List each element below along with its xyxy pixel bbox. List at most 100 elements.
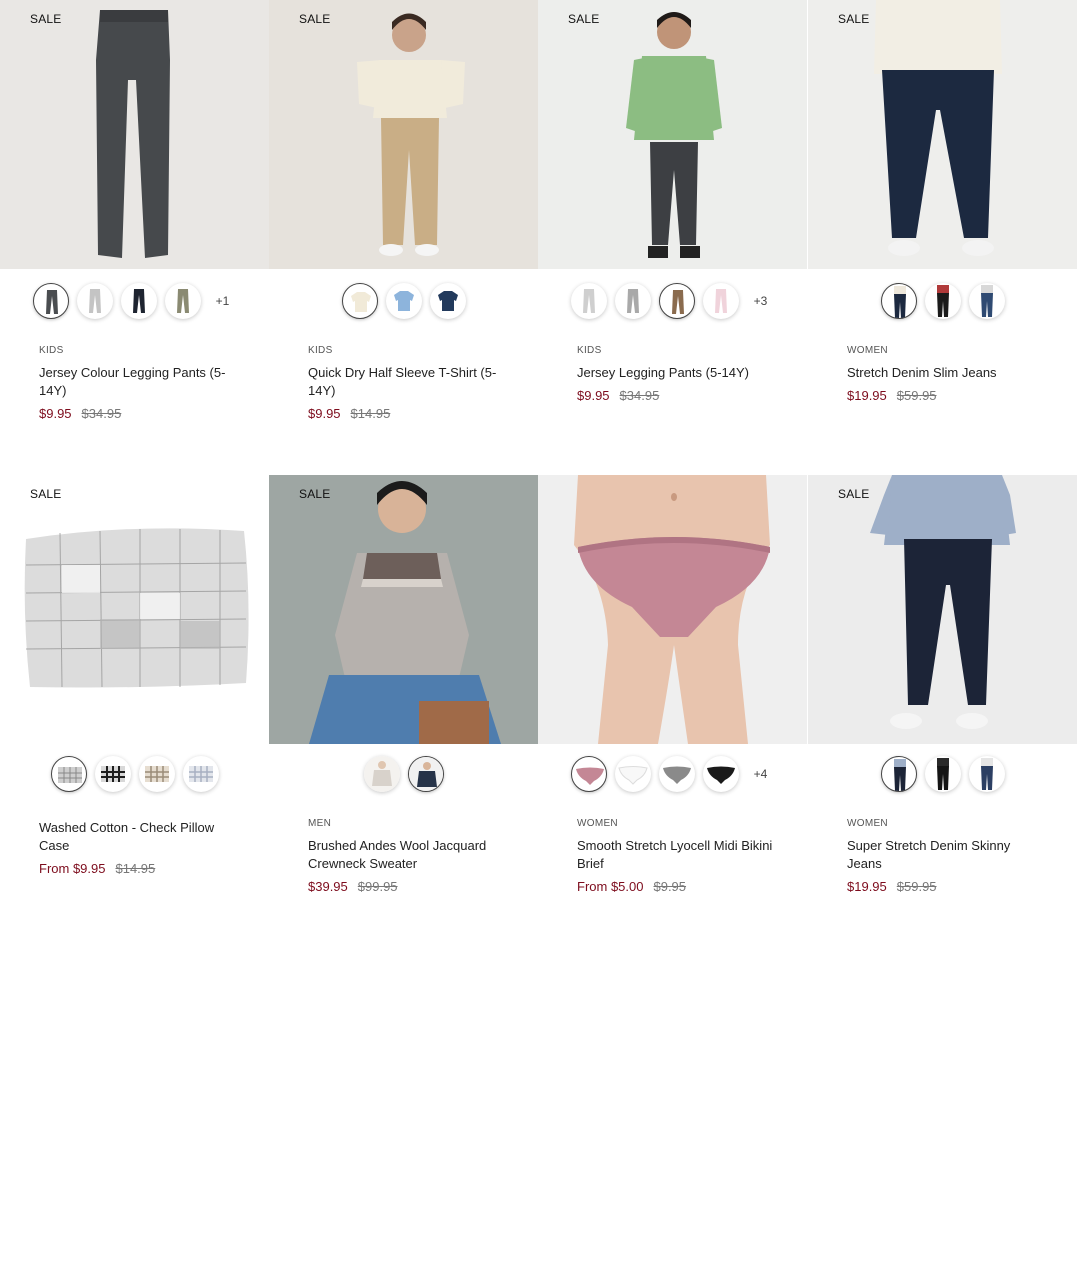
swatch-grey[interactable] bbox=[658, 756, 695, 792]
original-price: $14.95 bbox=[350, 406, 391, 421]
sale-badge: SALE bbox=[30, 12, 62, 26]
swatch-grey-check[interactable] bbox=[50, 756, 87, 792]
color-swatches bbox=[269, 750, 538, 798]
swatch-black[interactable] bbox=[924, 756, 961, 792]
original-price: $59.95 bbox=[896, 879, 937, 894]
product-price: From $5.00 $9.95 bbox=[577, 879, 686, 894]
swatch-black-check[interactable] bbox=[94, 756, 131, 792]
product-name[interactable]: Brushed Andes Wool Jacquard Crewneck Swe… bbox=[308, 837, 508, 873]
swatch-navy[interactable] bbox=[880, 283, 917, 319]
product-name[interactable]: Washed Cotton - Check Pillow Case bbox=[39, 819, 239, 855]
swatch-blue-check[interactable] bbox=[182, 756, 219, 792]
product-name[interactable]: Smooth Stretch Lyocell Midi Bikini Brief bbox=[577, 837, 777, 873]
swatch-black[interactable] bbox=[924, 283, 961, 319]
product-card[interactable]: SALE KIDS Quick Dry Half Sleeve T-Shirt … bbox=[269, 0, 538, 421]
product-photo bbox=[0, 0, 269, 269]
sale-price: $39.95 bbox=[308, 879, 348, 894]
color-swatches bbox=[0, 1225, 269, 1273]
color-swatches bbox=[0, 750, 269, 798]
product-name[interactable]: Stretch Denim Slim Jeans bbox=[847, 364, 1047, 382]
swatch-white[interactable] bbox=[614, 756, 651, 792]
color-swatches: +1 bbox=[0, 277, 269, 325]
product-name[interactable]: Quick Dry Half Sleeve T-Shirt (5-14Y) bbox=[308, 364, 508, 400]
product-category: KIDS bbox=[308, 345, 333, 356]
sale-badge: SALE bbox=[30, 487, 62, 501]
swatch-pink[interactable] bbox=[570, 756, 607, 792]
product-image[interactable]: SALE bbox=[0, 475, 269, 744]
sale-price: $9.95 bbox=[39, 406, 72, 421]
product-category: KIDS bbox=[577, 345, 602, 356]
product-name[interactable]: Super Stretch Denim Skinny Jeans bbox=[847, 837, 1047, 873]
original-price: $34.95 bbox=[81, 406, 122, 421]
product-category: MEN bbox=[308, 818, 332, 829]
original-price: $99.95 bbox=[357, 879, 398, 894]
product-image[interactable]: SALE bbox=[808, 475, 1077, 744]
swatch-charcoal[interactable] bbox=[32, 283, 69, 319]
color-swatches: +4 bbox=[538, 750, 807, 798]
product-image[interactable] bbox=[538, 475, 807, 744]
swatch-navy[interactable] bbox=[407, 756, 444, 792]
swatch-oatmeal[interactable] bbox=[363, 756, 400, 792]
swatch-navy[interactable] bbox=[120, 283, 157, 319]
swatch-light-grey[interactable] bbox=[570, 283, 607, 319]
swatch-light-grey[interactable] bbox=[76, 283, 113, 319]
swatch-light-blue[interactable] bbox=[385, 283, 422, 319]
sale-badge: SALE bbox=[299, 12, 331, 26]
product-name[interactable]: Jersey Colour Legging Pants (5-14Y) bbox=[39, 364, 239, 400]
sale-price: $19.95 bbox=[847, 879, 887, 894]
sale-badge: SALE bbox=[299, 487, 331, 501]
swatch-beige-check[interactable] bbox=[138, 756, 175, 792]
original-price: $14.95 bbox=[115, 861, 156, 876]
product-photo bbox=[538, 475, 807, 744]
product-photo bbox=[269, 475, 538, 744]
product-category: KIDS bbox=[39, 345, 64, 356]
original-price: $34.95 bbox=[619, 388, 660, 403]
product-photo bbox=[808, 0, 1077, 269]
product-image[interactable]: SALE bbox=[269, 0, 538, 269]
color-swatches: +3 bbox=[538, 277, 807, 325]
more-colors-count[interactable]: +1 bbox=[209, 294, 237, 308]
product-card[interactable]: SALE MEN Brushed Andes Wool Jacquard Cre… bbox=[269, 475, 538, 894]
product-card[interactable]: SALE +1 KIDS Jersey Colour Legging Pants… bbox=[0, 0, 269, 421]
swatch-grey[interactable] bbox=[614, 283, 651, 319]
product-price: $9.95 $34.95 bbox=[39, 406, 121, 421]
swatch-navy[interactable] bbox=[880, 756, 917, 792]
sale-badge: SALE bbox=[838, 12, 870, 26]
product-price: $19.95 $59.95 bbox=[847, 879, 937, 894]
sale-price: $9.95 bbox=[308, 406, 341, 421]
product-card[interactable]: SALE WOMEN Stretch Denim Slim Jeans $19.… bbox=[808, 0, 1077, 403]
more-colors-count[interactable]: +4 bbox=[747, 767, 775, 781]
product-image[interactable]: SALE bbox=[538, 0, 807, 269]
product-image[interactable]: SALE bbox=[269, 475, 538, 744]
product-card[interactable]: SALE Washed Cotton - Check Pillow Case F… bbox=[0, 475, 269, 876]
sale-price: From $5.00 bbox=[577, 879, 644, 894]
swatch-ecru[interactable] bbox=[341, 283, 378, 319]
product-grid: SALE +1 KIDS Jersey Colour Legging Pants… bbox=[0, 0, 1080, 944]
product-card[interactable]: SALE WOMEN Super Stretch Denim Skinny Je… bbox=[808, 475, 1077, 894]
swatch-pink[interactable] bbox=[702, 283, 739, 319]
sale-price: From $9.95 bbox=[39, 861, 106, 876]
original-price: $9.95 bbox=[653, 879, 687, 894]
product-card[interactable]: +4 WOMEN Smooth Stretch Lyocell Midi Bik… bbox=[538, 475, 807, 894]
original-price: $59.95 bbox=[896, 388, 937, 403]
product-image[interactable]: SALE bbox=[0, 0, 269, 269]
color-swatches bbox=[808, 277, 1077, 325]
swatch-khaki[interactable] bbox=[164, 283, 201, 319]
product-price: $39.95 $99.95 bbox=[308, 879, 398, 894]
product-image[interactable]: SALE bbox=[808, 0, 1077, 269]
swatch-blue[interactable] bbox=[968, 756, 1005, 792]
sale-badge: SALE bbox=[838, 487, 870, 501]
product-name[interactable]: Jersey Legging Pants (5-14Y) bbox=[577, 364, 777, 382]
swatch-navy[interactable] bbox=[429, 283, 466, 319]
sale-badge: SALE bbox=[568, 12, 600, 26]
color-swatches bbox=[269, 277, 538, 325]
product-price: $19.95 $59.95 bbox=[847, 388, 937, 403]
swatch-black[interactable] bbox=[702, 756, 739, 792]
sale-price: $19.95 bbox=[847, 388, 887, 403]
product-card[interactable]: SALE +3 KIDS Jersey Legging Pants (5-14Y… bbox=[538, 0, 807, 403]
product-category: WOMEN bbox=[847, 818, 888, 829]
swatch-brown[interactable] bbox=[658, 283, 695, 319]
product-category: WOMEN bbox=[847, 345, 888, 356]
more-colors-count[interactable]: +3 bbox=[747, 294, 775, 308]
swatch-blue[interactable] bbox=[968, 283, 1005, 319]
